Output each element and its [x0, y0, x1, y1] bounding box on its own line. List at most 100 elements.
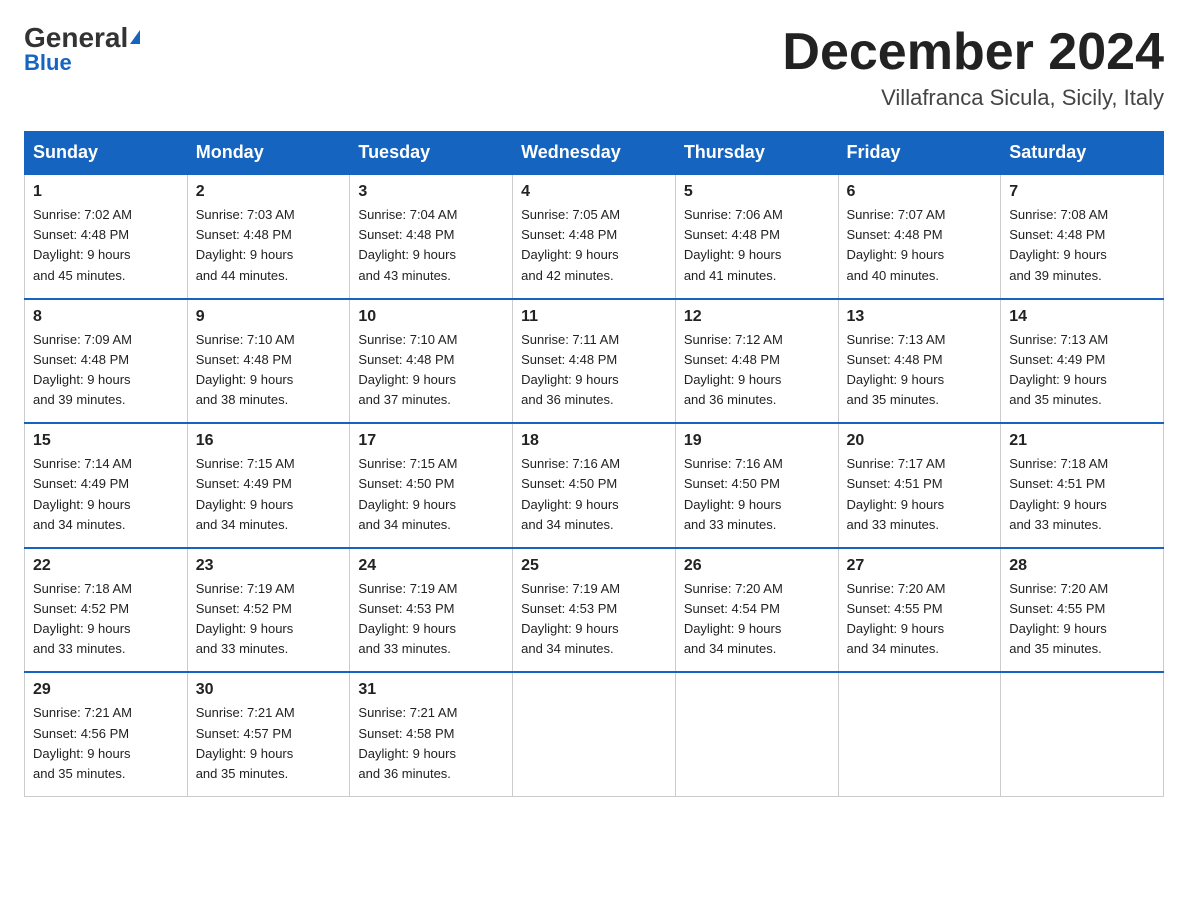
- sunrise-label: Sunrise: 7:10 AM: [358, 332, 457, 347]
- day-info: Sunrise: 7:08 AM Sunset: 4:48 PM Dayligh…: [1009, 205, 1155, 286]
- sunset-label: Sunset: 4:50 PM: [358, 476, 454, 491]
- col-header-tuesday: Tuesday: [350, 132, 513, 175]
- daylight-minutes: and 43 minutes.: [358, 268, 451, 283]
- daylight-minutes: and 38 minutes.: [196, 392, 289, 407]
- logo-blue-text: Blue: [24, 50, 72, 76]
- calendar-week-row: 29 Sunrise: 7:21 AM Sunset: 4:56 PM Dayl…: [25, 672, 1164, 796]
- day-info: Sunrise: 7:21 AM Sunset: 4:56 PM Dayligh…: [33, 703, 179, 784]
- sunrise-label: Sunrise: 7:13 AM: [1009, 332, 1108, 347]
- daylight-minutes: and 35 minutes.: [1009, 392, 1102, 407]
- daylight-label: Daylight: 9 hours: [847, 247, 945, 262]
- sunrise-label: Sunrise: 7:08 AM: [1009, 207, 1108, 222]
- day-number: 24: [358, 557, 504, 575]
- sunrise-label: Sunrise: 7:16 AM: [684, 456, 783, 471]
- sunset-label: Sunset: 4:48 PM: [847, 227, 943, 242]
- calendar-cell: 22 Sunrise: 7:18 AM Sunset: 4:52 PM Dayl…: [25, 548, 188, 673]
- calendar-cell: 5 Sunrise: 7:06 AM Sunset: 4:48 PM Dayli…: [675, 174, 838, 299]
- daylight-minutes: and 33 minutes.: [1009, 517, 1102, 532]
- daylight-minutes: and 33 minutes.: [847, 517, 940, 532]
- calendar-cell: 27 Sunrise: 7:20 AM Sunset: 4:55 PM Dayl…: [838, 548, 1001, 673]
- sunrise-label: Sunrise: 7:21 AM: [358, 705, 457, 720]
- day-number: 29: [33, 681, 179, 699]
- sunrise-label: Sunrise: 7:16 AM: [521, 456, 620, 471]
- daylight-minutes: and 44 minutes.: [196, 268, 289, 283]
- calendar-cell: 29 Sunrise: 7:21 AM Sunset: 4:56 PM Dayl…: [25, 672, 188, 796]
- sunset-label: Sunset: 4:48 PM: [196, 352, 292, 367]
- daylight-label: Daylight: 9 hours: [358, 497, 456, 512]
- daylight-minutes: and 34 minutes.: [196, 517, 289, 532]
- calendar-cell: 17 Sunrise: 7:15 AM Sunset: 4:50 PM Dayl…: [350, 423, 513, 548]
- day-number: 8: [33, 308, 179, 326]
- day-number: 9: [196, 308, 342, 326]
- daylight-minutes: and 34 minutes.: [684, 641, 777, 656]
- sunset-label: Sunset: 4:53 PM: [521, 601, 617, 616]
- sunset-label: Sunset: 4:48 PM: [521, 227, 617, 242]
- logo-triangle-icon: [130, 30, 140, 44]
- daylight-label: Daylight: 9 hours: [358, 746, 456, 761]
- daylight-label: Daylight: 9 hours: [33, 247, 131, 262]
- day-info: Sunrise: 7:12 AM Sunset: 4:48 PM Dayligh…: [684, 330, 830, 411]
- daylight-label: Daylight: 9 hours: [196, 372, 294, 387]
- daylight-minutes: and 35 minutes.: [196, 766, 289, 781]
- day-number: 14: [1009, 308, 1155, 326]
- daylight-minutes: and 37 minutes.: [358, 392, 451, 407]
- calendar-week-row: 15 Sunrise: 7:14 AM Sunset: 4:49 PM Dayl…: [25, 423, 1164, 548]
- day-number: 4: [521, 183, 667, 201]
- day-number: 25: [521, 557, 667, 575]
- daylight-minutes: and 33 minutes.: [358, 641, 451, 656]
- day-info: Sunrise: 7:21 AM Sunset: 4:57 PM Dayligh…: [196, 703, 342, 784]
- calendar-cell: 30 Sunrise: 7:21 AM Sunset: 4:57 PM Dayl…: [187, 672, 350, 796]
- sunset-label: Sunset: 4:52 PM: [196, 601, 292, 616]
- location-subtitle: Villafranca Sicula, Sicily, Italy: [782, 85, 1164, 111]
- sunset-label: Sunset: 4:51 PM: [1009, 476, 1105, 491]
- sunset-label: Sunset: 4:51 PM: [847, 476, 943, 491]
- sunrise-label: Sunrise: 7:20 AM: [847, 581, 946, 596]
- sunrise-label: Sunrise: 7:06 AM: [684, 207, 783, 222]
- day-number: 10: [358, 308, 504, 326]
- sunrise-label: Sunrise: 7:15 AM: [196, 456, 295, 471]
- logo: General Blue: [24, 24, 140, 76]
- day-number: 30: [196, 681, 342, 699]
- day-info: Sunrise: 7:15 AM Sunset: 4:49 PM Dayligh…: [196, 454, 342, 535]
- logo-text: General: [24, 24, 140, 52]
- day-info: Sunrise: 7:19 AM Sunset: 4:53 PM Dayligh…: [358, 579, 504, 660]
- calendar-cell: 3 Sunrise: 7:04 AM Sunset: 4:48 PM Dayli…: [350, 174, 513, 299]
- day-number: 1: [33, 183, 179, 201]
- sunrise-label: Sunrise: 7:18 AM: [1009, 456, 1108, 471]
- daylight-minutes: and 34 minutes.: [847, 641, 940, 656]
- sunset-label: Sunset: 4:55 PM: [1009, 601, 1105, 616]
- sunrise-label: Sunrise: 7:05 AM: [521, 207, 620, 222]
- calendar-cell: 21 Sunrise: 7:18 AM Sunset: 4:51 PM Dayl…: [1001, 423, 1164, 548]
- col-header-friday: Friday: [838, 132, 1001, 175]
- sunrise-label: Sunrise: 7:07 AM: [847, 207, 946, 222]
- day-number: 7: [1009, 183, 1155, 201]
- day-number: 22: [33, 557, 179, 575]
- daylight-label: Daylight: 9 hours: [684, 372, 782, 387]
- calendar-table: SundayMondayTuesdayWednesdayThursdayFrid…: [24, 131, 1164, 797]
- col-header-saturday: Saturday: [1001, 132, 1164, 175]
- daylight-minutes: and 36 minutes.: [521, 392, 614, 407]
- sunrise-label: Sunrise: 7:19 AM: [521, 581, 620, 596]
- daylight-label: Daylight: 9 hours: [847, 372, 945, 387]
- calendar-cell: [1001, 672, 1164, 796]
- daylight-minutes: and 34 minutes.: [521, 517, 614, 532]
- day-info: Sunrise: 7:14 AM Sunset: 4:49 PM Dayligh…: [33, 454, 179, 535]
- day-number: 23: [196, 557, 342, 575]
- day-number: 15: [33, 432, 179, 450]
- daylight-label: Daylight: 9 hours: [196, 247, 294, 262]
- daylight-label: Daylight: 9 hours: [358, 247, 456, 262]
- day-info: Sunrise: 7:13 AM Sunset: 4:48 PM Dayligh…: [847, 330, 993, 411]
- daylight-label: Daylight: 9 hours: [684, 247, 782, 262]
- sunset-label: Sunset: 4:49 PM: [1009, 352, 1105, 367]
- sunset-label: Sunset: 4:56 PM: [33, 726, 129, 741]
- daylight-label: Daylight: 9 hours: [1009, 621, 1107, 636]
- calendar-cell: 28 Sunrise: 7:20 AM Sunset: 4:55 PM Dayl…: [1001, 548, 1164, 673]
- sunrise-label: Sunrise: 7:15 AM: [358, 456, 457, 471]
- daylight-label: Daylight: 9 hours: [521, 372, 619, 387]
- day-info: Sunrise: 7:10 AM Sunset: 4:48 PM Dayligh…: [358, 330, 504, 411]
- daylight-label: Daylight: 9 hours: [196, 497, 294, 512]
- day-number: 6: [847, 183, 993, 201]
- calendar-cell: 9 Sunrise: 7:10 AM Sunset: 4:48 PM Dayli…: [187, 299, 350, 424]
- daylight-minutes: and 35 minutes.: [847, 392, 940, 407]
- day-info: Sunrise: 7:05 AM Sunset: 4:48 PM Dayligh…: [521, 205, 667, 286]
